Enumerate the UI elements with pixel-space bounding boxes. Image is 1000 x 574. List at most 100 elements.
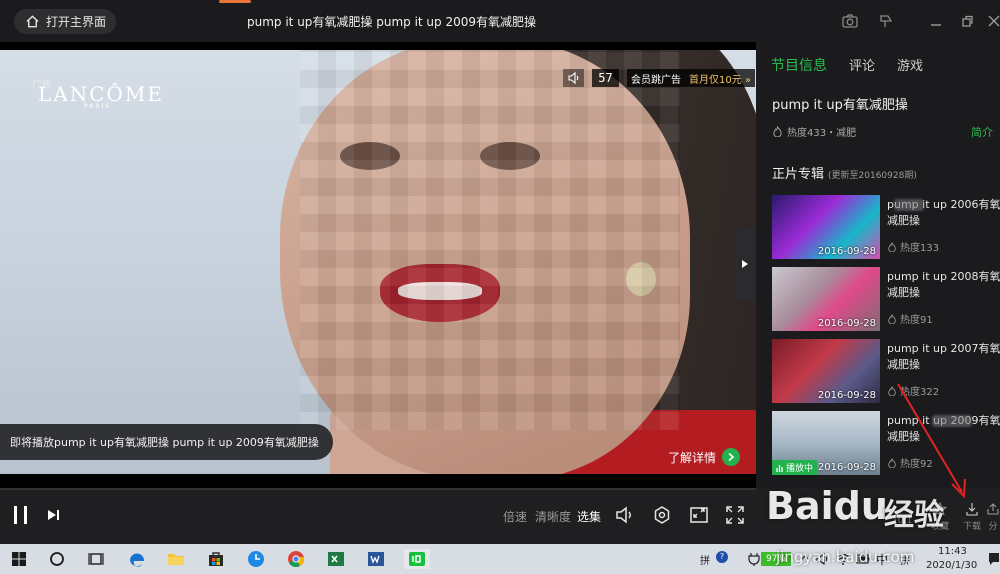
ad-video-frame[interactable]: 广告 LANCÔME PARIS 57 会员跳广告 首月仅10元 » 即将播放p… [0,50,756,474]
fullscreen-icon [726,506,744,524]
screenshot-button[interactable] [841,12,859,30]
word-app[interactable] [366,549,386,569]
pause-button[interactable] [10,504,32,526]
next-episode-button[interactable] [44,504,66,526]
store-bag-icon [209,552,223,566]
skip-next-icon [48,510,59,520]
file-explorer-app[interactable] [166,549,186,569]
restore-icon [962,15,973,27]
player-area[interactable]: 广告 LANCÔME PARIS 57 会员跳广告 首月仅10元 » 即将播放p… [0,42,756,488]
vip-skip-label: 会员跳广告 [631,74,681,86]
episode-heat: 热度133 [887,239,939,254]
wifi-icon[interactable] [836,552,850,566]
star-icon [933,502,947,516]
tab-games[interactable]: 游戏 [897,55,923,75]
quality-button[interactable]: 清晰度 [535,508,571,525]
intro-link[interactable]: 简介 [971,124,993,140]
episode-title: pump it up 2007有氧减肥操 [887,342,1000,371]
flame-icon [773,126,782,137]
video-title: pump it up有氧减肥操 pump it up 2009有氧减肥操 [247,15,537,29]
help-icon[interactable]: ? [716,551,728,563]
ad-countdown: 57 [592,69,619,87]
episode-thumbnail[interactable]: 2016-09-28 [772,195,880,259]
flame-icon [888,385,896,396]
episode-item[interactable]: 2016-09-28 pump it up 2006有氧减肥操 热度133 [772,195,1000,259]
album-update: (更新至20160928期) [828,171,917,181]
start-button[interactable] [9,549,29,569]
flame-icon [888,241,896,252]
tab-comments[interactable]: 评论 [849,55,875,75]
side-panel: 节目信息 评论 游戏 pump it up有氧减肥操 热度433・减肥 简介 正… [756,42,1000,488]
chrome-icon [288,551,305,567]
ad-details-button[interactable]: 了解详情 [668,448,741,466]
task-view-icon [88,553,104,565]
chrome-app[interactable] [286,549,306,569]
favorite-button[interactable]: 收藏 [925,502,955,532]
episode-thumbnail[interactable]: 2016-09-28 [772,339,880,403]
search-button[interactable] [47,549,67,569]
flame-icon [888,313,896,324]
title-bar: 打开主界面 pump it up有氧减肥操 pump it up 2009有氧减… [0,0,1000,42]
speed-button[interactable]: 倍速 [503,508,527,525]
episode-item[interactable]: 2016-09-28 pump it up 2007有氧减肥操 热度322 [772,339,1000,403]
ad-details-label: 了解详情 [668,450,717,465]
episode-thumbnail[interactable]: 2016-09-28 [772,267,880,331]
minimize-icon [931,24,941,26]
folder-icon [168,554,184,565]
restore-button[interactable] [958,12,976,30]
episode-heat: 热度91 [887,311,933,326]
tab-program-info[interactable]: 节目信息 [771,55,827,75]
language-indicator[interactable]: 中 [876,551,888,568]
ime-indicator[interactable]: 拼 [700,552,710,567]
speaker-icon [567,71,578,85]
mini-mode-button[interactable] [688,504,710,526]
camera-icon [842,14,858,28]
brand-subtitle: PARIS [84,103,112,110]
pin-on-top-button[interactable] [877,12,895,30]
close-icon [988,15,1000,27]
side-tabs: 节目信息 评论 游戏 [771,55,923,75]
vip-offer-label: 首月仅10元 » [689,74,752,86]
excel-app[interactable] [326,549,346,569]
iqiyi-app[interactable] [404,549,430,569]
episode-item[interactable]: 2016-09-28 pump it up 2008有氧减肥操 热度91 [772,267,1000,331]
album-title: 正片专辑 [772,167,825,182]
episode-item-playing[interactable]: 播放中 2016-09-28 pump it up 2009有氧减肥操 热度92 [772,411,1000,475]
settings-button[interactable] [651,504,673,526]
minimize-button[interactable] [927,12,945,30]
speaker-icon[interactable] [816,552,830,566]
open-main-window-button[interactable]: 打开主界面 [14,9,116,34]
windows-taskbar: 拼 ? 97% 中 拼 11:43 2020/1/30 [0,544,1000,574]
clock-app[interactable] [246,549,266,569]
collapse-panel-button[interactable] [734,228,756,300]
ime-indicator-2[interactable]: 拼 [900,552,910,567]
album-header: 正片专辑 (更新至20160928期) [772,163,917,182]
progress-bar[interactable] [0,488,756,490]
triangle-right-icon [742,260,748,268]
edge-app[interactable] [127,549,147,569]
episode-heat: 热度92 [887,455,933,470]
close-window-button[interactable] [985,12,1000,30]
battery-tray-icon[interactable] [856,553,870,565]
up-next-hint[interactable]: 即将播放pump it up有氧减肥操 pump it up 2009有氧减肥操 [0,424,333,460]
store-app[interactable] [206,549,226,569]
download-icon [966,503,978,516]
share-button[interactable]: 分 [986,502,1000,532]
vip-skip-ad-button[interactable]: 会员跳广告 首月仅10元 » [627,69,756,87]
iqiyi-icon [409,552,425,566]
show-meta: 热度433・减肥 [772,124,856,139]
notification-icon[interactable] [988,552,1000,566]
battery-indicator[interactable]: 97% [761,552,791,566]
ad-mute-button[interactable] [563,69,584,87]
word-icon [368,552,384,566]
episode-thumbnail[interactable]: 播放中 2016-09-28 [772,411,880,475]
episodes-button[interactable]: 选集 [577,508,601,525]
fullscreen-button[interactable] [724,504,746,526]
chevron-up-icon[interactable] [800,553,810,563]
download-button[interactable]: 下载 [957,502,987,532]
task-view-button[interactable] [86,549,106,569]
clock-date[interactable]: 2020/1/30 [926,560,977,571]
clock-time[interactable]: 11:43 [938,546,967,557]
mosaic-overlay [300,50,680,430]
volume-button[interactable] [614,504,636,526]
